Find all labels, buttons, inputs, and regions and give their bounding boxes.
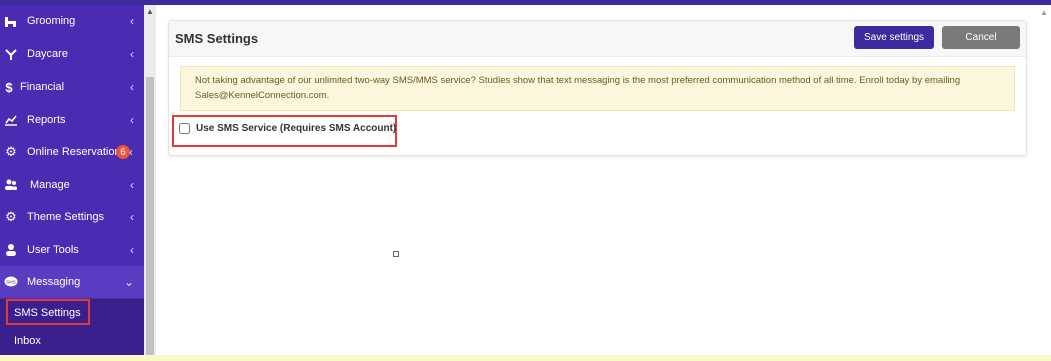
sms-settings-highlight: [6, 299, 90, 325]
chevron-left-icon: ‹: [130, 113, 134, 127]
sidebar-item-label: Grooming: [27, 15, 76, 27]
chevron-left-icon: ‹: [129, 145, 133, 159]
sidebar-item-label: Messaging: [27, 276, 81, 288]
notification-badge: 6: [116, 145, 130, 159]
sidebar-item-daycare[interactable]: Daycare ‹: [0, 38, 144, 70]
sidebar-item-user-tools[interactable]: User Tools ‹: [0, 234, 144, 266]
sidebar-item-online-reservations[interactable]: ⚙ Online Reservations 6 ‹: [0, 136, 144, 168]
card-header: SMS Settings Save settings Cancel: [169, 21, 1026, 57]
users-icon: [4, 178, 18, 192]
scrollbar-thumb[interactable]: [146, 77, 154, 355]
scroll-up-arrow-icon[interactable]: ▲: [144, 7, 156, 17]
sidebar-item-reports[interactable]: Reports ‹: [0, 104, 144, 136]
chevron-left-icon: ‹: [130, 178, 134, 192]
sidebar-item-financial[interactable]: $ Financial ‹: [0, 71, 144, 103]
sidebar-item-grooming[interactable]: Grooming ‹: [0, 5, 144, 37]
sidebar-item-label: Manage: [30, 179, 70, 191]
chevron-left-icon: ‹: [130, 243, 134, 257]
use-sms-service-label: Use SMS Service (Requires SMS Account): [196, 123, 397, 134]
scroll-up-arrow-icon[interactable]: ▲: [1040, 8, 1048, 17]
sidebar-item-messaging[interactable]: SMS Messaging ⌄: [0, 266, 144, 298]
sms-icon-text: SMS: [6, 279, 16, 284]
daycare-icon: [4, 47, 18, 61]
gear-icon: ⚙: [5, 209, 17, 224]
sms-icon: SMS: [4, 275, 18, 289]
sidebar-subitem-inbox[interactable]: Inbox: [0, 327, 144, 355]
dollar-icon: $: [5, 79, 13, 95]
sidebar-item-label: Reports: [27, 114, 66, 126]
cursor-marker-icon: [393, 251, 399, 257]
gear-icon: ⚙: [5, 144, 17, 159]
save-settings-button[interactable]: Save settings: [854, 26, 934, 49]
top-bar: [0, 0, 1051, 5]
sidebar-item-label: Online Reservations: [27, 146, 127, 158]
sidebar-item-label: User Tools: [27, 244, 79, 256]
sms-promo-alert: Not taking advantage of our unlimited tw…: [180, 66, 1015, 111]
sidebar-subitem-label: Inbox: [14, 335, 41, 347]
sidebar-item-label: Theme Settings: [27, 211, 105, 223]
chevron-down-icon: ⌄: [123, 275, 134, 289]
use-sms-service-option[interactable]: Use SMS Service (Requires SMS Account): [178, 123, 396, 134]
sidebar-scrollbar[interactable]: ▲: [144, 5, 156, 355]
page-title: SMS Settings: [175, 31, 259, 46]
chevron-left-icon: ‹: [130, 47, 134, 61]
sidebar-item-manage[interactable]: Manage ‹: [0, 169, 144, 201]
page-scrollbar[interactable]: [1039, 5, 1051, 355]
cancel-button[interactable]: Cancel: [942, 26, 1020, 49]
bottom-strip: [0, 355, 1051, 361]
chart-icon: [4, 113, 18, 127]
chevron-left-icon: ‹: [130, 14, 134, 28]
sidebar-item-theme-settings[interactable]: ⚙ Theme Settings ‹: [0, 201, 144, 233]
chevron-left-icon: ‹: [130, 80, 134, 94]
use-sms-service-checkbox[interactable]: [179, 123, 190, 134]
sidebar-item-label: Daycare: [27, 48, 68, 60]
chevron-left-icon: ‹: [130, 210, 134, 224]
sidebar-item-label: Financial: [20, 81, 65, 93]
user-icon: [4, 243, 18, 257]
grooming-icon: [4, 14, 18, 28]
